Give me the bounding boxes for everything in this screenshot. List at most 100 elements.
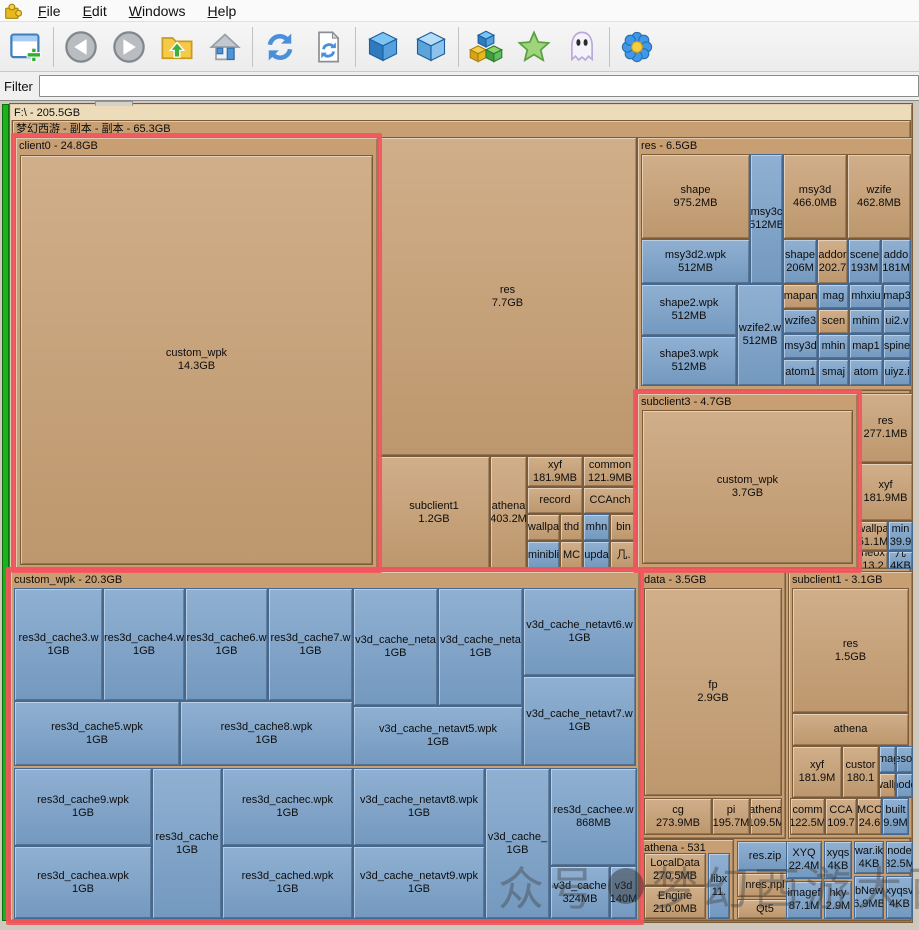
show-unknown-button[interactable] [558,24,606,70]
treemap-cell-war.ik[interactable]: war.ik4KB [854,841,884,874]
menu-windows[interactable]: Windows [119,2,196,20]
treemap-cell-MC[interactable]: MC [560,541,583,569]
home-button[interactable] [201,24,249,70]
treemap-cell-xyqsv[interactable]: xyqsv4KB [886,876,913,919]
rescan-file-button[interactable] [304,24,352,70]
treemap-cell-athena[interactable]: athena [792,713,909,746]
treemap-cell-resou[interactable]: resou [896,746,913,773]
configure-button[interactable] [613,24,661,70]
treemap-cell-res3d_cache7.w[interactable]: res3d_cache7.w1GB [268,588,353,701]
treemap-cell-v3d_cache_neta[interactable]: v3d_cache_neta1GB [353,588,438,706]
treemap-cell-wzife2.w[interactable]: wzife2.w512MB [737,284,783,386]
treemap-cell-v3d_cache_netavt5.wpk[interactable]: v3d_cache_netavt5.wpk1GB [353,706,523,766]
treemap-cell-map3[interactable]: map3 [883,284,911,309]
treemap-cell-shape3.wpk[interactable]: shape3.wpk512MB [641,336,737,386]
treemap-cell-res3d_cache6.w[interactable]: res3d_cache6.w1GB [185,588,268,701]
treemap-cell-几[interactable]: 几4KB [888,551,913,569]
treemap-cell-res3d_cachee.w[interactable]: res3d_cachee.w868MB [550,768,637,866]
back-button[interactable] [57,24,105,70]
treemap-cell-res[interactable]: res7.7GB [378,137,637,456]
treemap-cell-shape[interactable]: shape975.2MB [641,154,750,239]
treemap-cell-msy3d[interactable]: msy3d [783,334,818,359]
treemap-cell-min[interactable]: min39.9 [888,521,913,551]
treemap-cell-pi[interactable]: pi195.7M [712,798,750,835]
treemap-cell-msy3c[interactable]: msy3c512MB [750,154,783,284]
treemap-cell-hky[interactable]: hky2.9M [824,881,852,919]
treemap-cell-mhin[interactable]: mhin [818,334,849,359]
treemap-cell-map1[interactable]: map1 [849,334,883,359]
treemap-cell-mhim[interactable]: mhim [849,309,883,334]
treemap-cell-v3d_cache[interactable]: v3d_cache324MB [550,866,610,919]
treemap-cell-nres.npl[interactable]: nres.npl [737,873,793,897]
star-filter-button[interactable] [510,24,558,70]
treemap-cell-node[interactable]: node [896,773,913,798]
less-detail-button[interactable] [359,24,407,70]
treemap-cell-mhxiu[interactable]: mhxiu [849,284,883,309]
treemap-cell-res3d_cachec.wpk[interactable]: res3d_cachec.wpk1GB [222,768,353,846]
treemap-cell-node[interactable]: node32.5M [886,841,913,874]
treemap-cell-msy3d[interactable]: msy3d466.0MB [783,154,847,239]
menu-edit[interactable]: Edit [73,2,117,20]
treemap-cell-addo[interactable]: addo181M [881,239,911,284]
treemap-cell-res3d_cache[interactable]: res3d_cache1GB [152,768,222,919]
more-detail-button[interactable] [407,24,455,70]
treemap-cell-spine[interactable]: spine [883,334,911,359]
treemap-cell-v3d_cache_neta[interactable]: v3d_cache_neta1GB [438,588,523,706]
treemap-cell-xyf[interactable]: xyf181.9MB [527,456,583,487]
treemap-cell-res.zip[interactable]: res.zip [737,841,793,871]
treemap-cell-res3d_cache8.wpk[interactable]: res3d_cache8.wpk1GB [180,701,353,766]
treemap-cell-bNew[interactable]: bNew6.9MB [854,876,884,919]
menu-help[interactable]: Help [198,2,247,20]
treemap-cell-wallp[interactable]: wallp [879,773,896,798]
treemap-cell-comm[interactable]: comm122.5M [790,798,825,835]
treemap-cell-shape[interactable]: shape206M [783,239,817,284]
treemap-cell-v3d_cache_netavt8.wpk[interactable]: v3d_cache_netavt8.wpk1GB [353,768,485,846]
treemap-cell-res3d_cached.wpk[interactable]: res3d_cached.wpk1GB [222,846,353,919]
treemap-cell-smaj[interactable]: smaj [818,359,849,386]
treemap-cell-upda[interactable]: upda [583,541,610,569]
treemap-cell-res3d_cache5.wpk[interactable]: res3d_cache5.wpk1GB [14,701,180,766]
treemap-cell-wzife3[interactable]: wzife3 [783,309,818,334]
treemap-cell-atom1[interactable]: atom1 [783,359,818,386]
treemap-cell-common[interactable]: common121.9MB [583,456,637,487]
treemap-cell-xyf[interactable]: xyf181.9MB [858,463,913,521]
treemap-cell-atom[interactable]: atom [849,359,883,386]
treemap-cell-wallpa[interactable]: wallpa [527,514,560,541]
treemap-cell-custom_wpk[interactable]: custom_wpk3.7GB [642,410,853,564]
treemap-cell-xyf[interactable]: xyf181.9M [792,746,842,798]
treemap-cell-CCAnch[interactable]: CCAnch [583,487,637,514]
treemap-cell-v3d_cache_netavt6.w[interactable]: v3d_cache_netavt6.w1GB [523,588,636,676]
treemap-cell-v3d_cache_[interactable]: v3d_cache_1GB [485,768,550,919]
treemap-free-space[interactable] [2,104,9,921]
new-view-button[interactable] [2,24,50,70]
treemap-cell-wzife[interactable]: wzife462.8MB [847,154,911,239]
treemap-cell-Engine[interactable]: Engine210.0MB [644,886,706,919]
treemap-cell-libx[interactable]: libx11. [708,853,730,919]
treemap-cell-LocalData[interactable]: LocalData270.5MB [644,853,706,886]
treemap-cell-fp[interactable]: fp2.9GB [644,588,782,796]
treemap-cell-res3d_cache3.w[interactable]: res3d_cache3.w1GB [14,588,103,701]
treemap-cell-mag[interactable]: mag [818,284,849,309]
treemap-cell-imagef[interactable]: imagef87.1M [786,881,822,919]
filter-input[interactable] [39,75,919,97]
treemap-cell-v3d_cache_netavt7.w[interactable]: v3d_cache_netavt7.w1GB [523,676,636,766]
treemap-cell-XYQ[interactable]: XYQ22.4M [786,841,822,879]
treemap-cell-scen[interactable]: scen [818,309,849,334]
treemap-cell-res[interactable]: res277.1MB [858,393,913,463]
treemap-cell-xyqs[interactable]: xyqs4KB [824,841,852,879]
treemap-cell-几.[interactable]: 几. [610,541,637,569]
treemap-cell-res[interactable]: res1.5GB [792,588,909,713]
treemap-cell-wallpa[interactable]: wallpa51.1M [858,521,888,551]
treemap-cell-CCA[interactable]: CCA109.7 [825,798,857,835]
treemap-cell-bin[interactable]: bin [610,514,637,541]
treemap-cell-cg[interactable]: cg273.9MB [644,798,712,835]
forward-button[interactable] [105,24,153,70]
treemap-cell-mapan[interactable]: mapan [783,284,818,309]
treemap-cell-thd[interactable]: thd [560,514,583,541]
treemap-cell-custor[interactable]: custor180.1 [842,746,879,798]
treemap-cell-uiyz.i[interactable]: uiyz.i [883,359,911,386]
treemap-cell-record[interactable]: record [527,487,583,514]
treemap-cell-imag[interactable]: imag [879,746,896,773]
treemap-cell-neox[interactable]: neox13.2 [858,551,888,569]
treemap-cell-msy3d2.wpk[interactable]: msy3d2.wpk512MB [641,239,750,284]
